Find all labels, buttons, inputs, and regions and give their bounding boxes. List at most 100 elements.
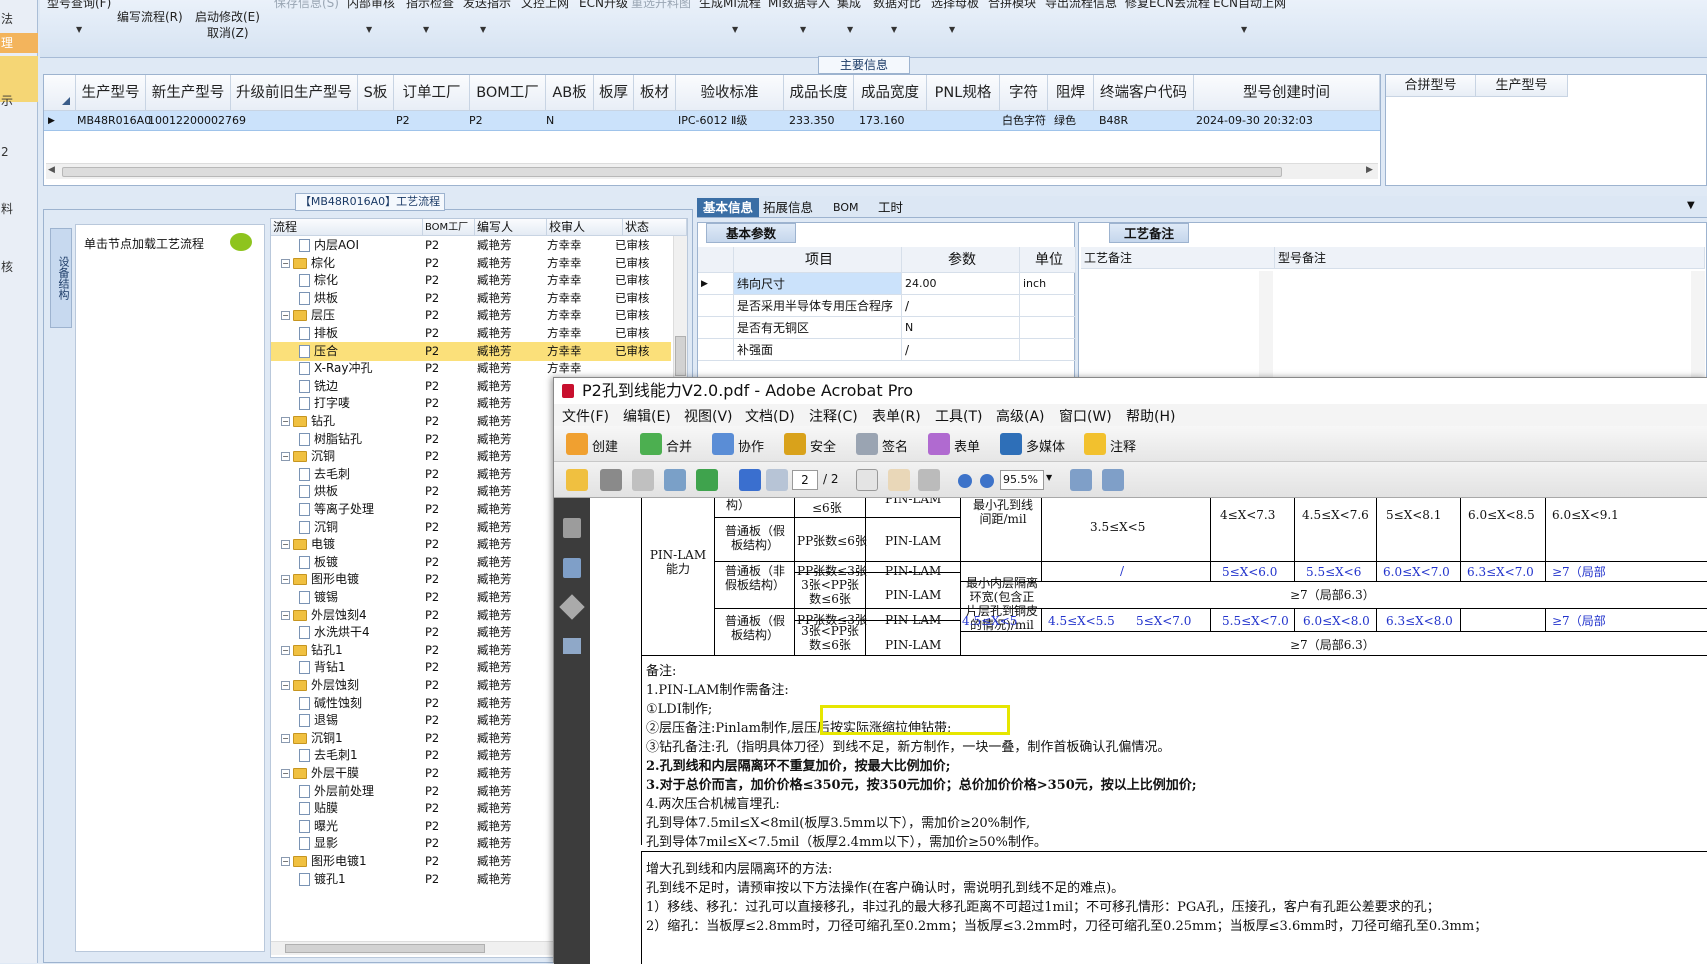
- select-text-icon[interactable]: [856, 469, 878, 491]
- zoom-tool-icon[interactable]: [918, 469, 940, 491]
- form-icon[interactable]: [928, 433, 950, 455]
- tab-process-notes[interactable]: 工艺备注: [1109, 223, 1189, 243]
- col-header[interactable]: 成品宽度: [854, 75, 927, 111]
- col-header[interactable]: 校审人: [547, 219, 623, 236]
- tree-row[interactable]: 内层AOI P2 臧艳芳 方幸幸 已审核: [271, 236, 671, 255]
- menu-forms[interactable]: 表单(R): [872, 406, 921, 426]
- page-number-input[interactable]: 2: [792, 470, 818, 490]
- tree-node[interactable]: 棕化: [299, 271, 338, 290]
- tree-node[interactable]: 外层前处理: [299, 782, 374, 801]
- tab-basic-info[interactable]: 基本信息: [697, 198, 760, 217]
- zoom-input[interactable]: 95.5%: [1000, 470, 1044, 490]
- col-header[interactable]: 状态: [623, 219, 687, 236]
- toolbar-select-mother-button[interactable]: 选择母板: [931, 0, 979, 11]
- col-header[interactable]: 编写人: [475, 219, 547, 236]
- collapse-icon[interactable]: −: [281, 311, 290, 321]
- tree-row[interactable]: X-Ray冲孔 P2 臧艳芳 方幸幸: [271, 359, 671, 378]
- chevron-down-icon[interactable]: ▼: [800, 25, 806, 34]
- col-header[interactable]: 生产型号: [1476, 75, 1568, 97]
- tab-work-hours[interactable]: 工时: [872, 198, 909, 217]
- param-value[interactable]: /: [902, 295, 1020, 317]
- cell[interactable]: IPC-6012 Ⅱ级: [678, 111, 747, 131]
- param-item[interactable]: 是否有无铜区: [734, 317, 902, 339]
- signatures-icon[interactable]: [563, 638, 581, 654]
- col-header[interactable]: 单位: [1020, 247, 1076, 273]
- tree-node[interactable]: − 图形电镀: [281, 570, 359, 589]
- security-button[interactable]: 安全: [810, 436, 836, 455]
- param-value[interactable]: 24.00: [902, 273, 1020, 295]
- col-header[interactable]: 终端客户代码: [1094, 75, 1194, 111]
- tree-node[interactable]: 等离子处理: [299, 500, 374, 519]
- tree-node[interactable]: − 图形电镀1: [281, 852, 367, 871]
- share-icon[interactable]: [696, 469, 718, 491]
- col-header[interactable]: 升级前旧生产型号: [231, 75, 358, 111]
- email-icon[interactable]: [664, 469, 686, 491]
- toolbar-ecn-auto-button[interactable]: ECN自动上网: [1213, 0, 1286, 11]
- create-icon[interactable]: [566, 433, 588, 455]
- param-item[interactable]: 是否采用半导体专用压合程序: [734, 295, 902, 317]
- lock-icon[interactable]: [784, 433, 806, 455]
- toolbar-cancel-button[interactable]: 取消(Z): [207, 24, 249, 41]
- tree-node[interactable]: 碱性蚀刻: [299, 694, 362, 713]
- chevron-down-icon[interactable]: ▼: [847, 25, 853, 34]
- scroll-right-icon[interactable]: ▶: [1366, 165, 1373, 175]
- toolbar-save-button[interactable]: 保存信息(S): [274, 0, 339, 11]
- cell[interactable]: 2024-09-30 20:32:03: [1196, 111, 1313, 131]
- multimedia-button[interactable]: 多媒体: [1026, 436, 1065, 455]
- param-value[interactable]: N: [902, 317, 1020, 339]
- tree-node[interactable]: − 外层干膜: [281, 764, 359, 783]
- collapse-icon[interactable]: −: [281, 733, 290, 743]
- tree-node[interactable]: 去毛刺: [299, 465, 350, 484]
- param-item[interactable]: 纬向尺寸: [734, 273, 902, 295]
- toolbar-doc-online-button[interactable]: 文控上网: [521, 0, 569, 11]
- layers-icon[interactable]: [559, 594, 585, 620]
- cell[interactable]: N: [546, 111, 554, 131]
- tree-node[interactable]: 打字唛: [299, 394, 350, 413]
- toolbar-combine-button[interactable]: 合拼模块: [988, 0, 1036, 11]
- tree-node[interactable]: 显影: [299, 834, 338, 853]
- chevron-down-icon[interactable]: ▼: [76, 25, 82, 34]
- menu-advanced[interactable]: 高级(A): [996, 406, 1045, 426]
- sidebar-item[interactable]: 示: [0, 92, 38, 109]
- sidebar-item[interactable]: 2: [0, 145, 38, 159]
- col-header[interactable]: 板材: [634, 75, 676, 111]
- create-button[interactable]: 创建: [592, 436, 618, 455]
- menu-help[interactable]: 帮助(H): [1126, 406, 1175, 426]
- cell[interactable]: 233.350: [789, 111, 835, 131]
- tree-node[interactable]: − 层压: [281, 306, 335, 325]
- tree-node[interactable]: 沉铜: [299, 518, 338, 537]
- tree-row[interactable]: − 棕化 P2 臧艳芳 方幸幸 已审核: [271, 254, 671, 273]
- scrollbar-thumb[interactable]: [62, 167, 1282, 177]
- tree-row[interactable]: 压合 P2 臧艳芳 方幸幸 已审核: [271, 341, 671, 361]
- horizontal-scrollbar[interactable]: ◀ ▶: [46, 163, 1378, 179]
- tab-basic-params[interactable]: 基本参数: [706, 223, 796, 243]
- cell[interactable]: MB48R016A0: [77, 111, 151, 131]
- tab-bom[interactable]: BOM: [827, 198, 865, 217]
- tree-node[interactable]: 板镀: [299, 553, 338, 572]
- toolbar-reselect-button[interactable]: 重选开料图: [631, 0, 691, 11]
- param-item[interactable]: 补强面: [734, 339, 902, 361]
- chevron-down-icon[interactable]: ▼: [891, 25, 897, 34]
- chevron-down-icon[interactable]: ▼: [480, 25, 486, 34]
- cell[interactable]: 10012200002769: [148, 111, 246, 131]
- chevron-down-icon[interactable]: ▼: [1241, 25, 1247, 34]
- hand-icon[interactable]: [888, 469, 910, 491]
- tree-row[interactable]: 烘板 P2 臧艳芳 方幸幸 已审核: [271, 289, 671, 308]
- collapse-icon[interactable]: −: [281, 769, 290, 778]
- menu-file[interactable]: 文件(F): [562, 406, 609, 426]
- save-icon[interactable]: [632, 469, 654, 491]
- collapse-icon[interactable]: −: [281, 681, 290, 690]
- tree-node[interactable]: 镀锡: [299, 588, 338, 607]
- col-header[interactable]: BOM工厂: [470, 75, 546, 111]
- col-header[interactable]: 字符: [1000, 75, 1048, 111]
- combine-icon[interactable]: [640, 433, 662, 455]
- sidebar-item[interactable]: 法: [0, 10, 38, 27]
- scrollbar-thumb[interactable]: [285, 944, 485, 953]
- tree-node[interactable]: 镀孔1: [299, 870, 346, 889]
- sidebar-item[interactable]: 核: [0, 258, 38, 275]
- collaborate-icon[interactable]: [712, 433, 734, 455]
- col-header[interactable]: 参数: [902, 247, 1020, 273]
- toolbar-fix-ecn-button[interactable]: 修复ECN丢流程: [1125, 0, 1210, 11]
- vertical-scrollbar[interactable]: [1691, 271, 1705, 381]
- tree-node[interactable]: 烘板: [299, 482, 338, 501]
